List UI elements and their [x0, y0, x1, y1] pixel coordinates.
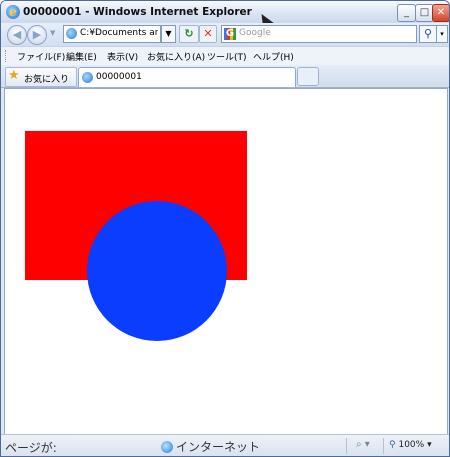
refresh-button[interactable]: ↻ — [179, 25, 199, 43]
tab-page-icon — [82, 72, 93, 83]
stop-button[interactable]: ✕ — [199, 25, 217, 43]
ie-logo-icon: e — [6, 5, 20, 19]
menu-tools[interactable]: ツール(T) — [207, 50, 247, 63]
status-separator — [383, 438, 384, 454]
search-field[interactable]: G Google — [221, 25, 417, 43]
search-placeholder[interactable]: Google — [239, 28, 271, 38]
browser-window: e 00000001 - Windows Internet Explorer _… — [0, 0, 450, 457]
menu-edit[interactable]: 編集(E) — [66, 50, 97, 63]
minimize-button[interactable]: _ — [397, 4, 416, 22]
menu-help[interactable]: ヘルプ(H) — [253, 50, 294, 63]
toolbar-grip[interactable] — [5, 50, 8, 62]
page-content — [4, 88, 448, 435]
window-title: 00000001 - Windows Internet Explorer — [23, 6, 252, 18]
search-options-dropdown[interactable]: ▾ — [436, 25, 448, 43]
magnifier-icon: ⚲ — [389, 440, 396, 450]
menu-bar: ファイル(F) 編集(E) 表示(V) お気に入り(A) ツール(T) ヘルプ(… — [1, 46, 449, 66]
favorites-star-icon: ★ — [8, 68, 20, 83]
history-dropdown-icon[interactable]: ▼ — [50, 29, 55, 37]
zoom-level: 100% — [398, 440, 425, 450]
menu-file[interactable]: ファイル(F) — [17, 50, 65, 63]
google-logo-icon: G — [224, 28, 236, 40]
tab-bar: ★ お気に入り 00000001 — [1, 65, 449, 88]
navigation-bar: ◀ ▶ ▼ C:¥Documents and S ▼ ↻ ✕ G Google … — [1, 23, 449, 46]
address-url[interactable]: C:¥Documents and S — [80, 28, 158, 38]
blue-circle — [87, 201, 227, 341]
tab-label: 00000001 — [96, 72, 142, 82]
address-dropdown-button[interactable]: ▼ — [161, 25, 176, 43]
search-button[interactable]: ⚲ — [419, 25, 437, 43]
menu-view[interactable]: 表示(V) — [107, 50, 138, 63]
back-button[interactable]: ◀ — [7, 25, 27, 45]
page-icon — [66, 28, 77, 39]
new-tab-button[interactable] — [297, 67, 319, 86]
status-bar: ページが: インターネット ⌕ ▾ ⚲ 100% ▾ — [1, 434, 449, 456]
title-bar[interactable]: e 00000001 - Windows Internet Explorer _… — [1, 1, 449, 30]
security-zone[interactable]: インターネット — [161, 438, 260, 455]
protected-mode-icon[interactable]: ⌕ ▾ — [356, 439, 370, 450]
tab-page[interactable]: 00000001 — [78, 67, 296, 87]
content-canvas — [25, 131, 247, 341]
forward-button[interactable]: ▶ — [27, 25, 47, 45]
status-text: ページが: — [5, 441, 57, 455]
globe-icon — [161, 441, 173, 453]
address-field[interactable]: C:¥Documents and S — [63, 25, 161, 43]
favorites-button[interactable]: ★ お気に入り — [5, 67, 77, 87]
zoom-dropdown-icon: ▾ — [427, 440, 432, 450]
menu-favorites[interactable]: お気に入り(A) — [147, 50, 205, 63]
status-separator — [346, 438, 347, 454]
zoom-control[interactable]: ⚲ 100% ▾ — [389, 440, 432, 450]
favorites-label: お気に入り — [24, 75, 70, 85]
zone-label: インターネット — [176, 440, 261, 454]
close-button[interactable]: ✕ — [432, 4, 449, 22]
